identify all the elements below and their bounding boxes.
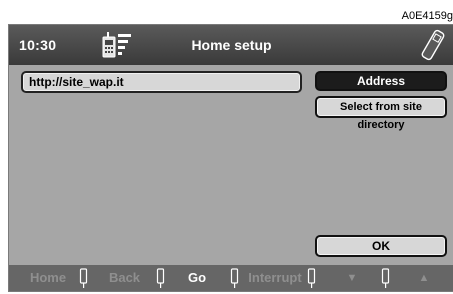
softkey-back[interactable]: Back: [97, 265, 152, 291]
title-bar: 10:30 Home setup: [9, 25, 453, 65]
page-title: Home setup: [191, 37, 272, 53]
figure-code: A0E4159g: [401, 10, 453, 22]
select-from-directory-button[interactable]: Select from site directory: [315, 96, 447, 131]
handset-icon[interactable]: [420, 28, 446, 62]
softkey-home[interactable]: Home: [23, 265, 73, 291]
softkey-interrupt[interactable]: Interrupt: [241, 265, 309, 291]
softkey-scroll-up[interactable]: ▲: [399, 265, 449, 291]
display-screen: 10:30 Home setup http://site_wap.it Addr…: [8, 24, 453, 292]
divider-icon: [79, 268, 88, 288]
divider-icon: [307, 268, 316, 288]
divider-icon: [156, 268, 165, 288]
softkey-bar: Home Back Go Interrupt ▼ ▲: [9, 265, 453, 291]
divider-icon: [230, 268, 239, 288]
address-button[interactable]: Address: [315, 71, 447, 91]
ok-button[interactable]: OK: [315, 235, 447, 257]
softkey-go[interactable]: Go: [174, 265, 220, 291]
softkey-scroll-down[interactable]: ▼: [327, 265, 377, 291]
divider-icon: [381, 268, 390, 288]
url-input[interactable]: http://site_wap.it: [21, 71, 302, 93]
